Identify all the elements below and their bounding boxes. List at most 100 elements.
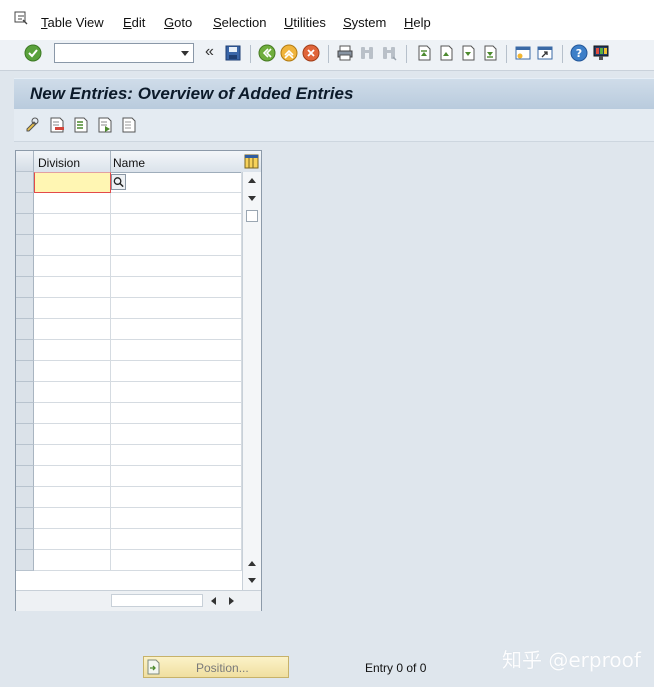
division-cell[interactable] — [34, 550, 111, 571]
division-cell[interactable] — [34, 277, 111, 298]
division-cell[interactable] — [34, 424, 111, 445]
horizontal-scroll-track[interactable] — [111, 594, 203, 607]
division-cell[interactable] — [34, 445, 111, 466]
previous-page-icon[interactable] — [436, 44, 454, 62]
division-cell[interactable] — [34, 235, 111, 256]
exit-icon[interactable] — [280, 44, 298, 62]
name-cell[interactable] — [111, 235, 242, 256]
new-session-icon[interactable] — [514, 44, 532, 62]
vertical-scrollbar[interactable] — [242, 172, 261, 590]
name-cell[interactable] — [111, 277, 242, 298]
row-selector[interactable] — [16, 466, 34, 487]
back-icon[interactable] — [258, 44, 276, 62]
division-cell[interactable] — [34, 361, 111, 382]
row-selector[interactable] — [16, 445, 34, 466]
position-button[interactable]: Position... — [143, 656, 289, 678]
division-cell[interactable] — [34, 256, 111, 277]
row-selector[interactable] — [16, 361, 34, 382]
name-cell[interactable] — [111, 550, 242, 571]
division-cell[interactable] — [34, 298, 111, 319]
name-cell[interactable] — [111, 424, 242, 445]
page-down-icon[interactable] — [247, 577, 257, 585]
row-selector[interactable] — [16, 256, 34, 277]
menu-system[interactable]: System — [343, 15, 386, 30]
table-settings-icon[interactable] — [244, 154, 259, 169]
menu-edit[interactable]: Edit — [123, 15, 145, 30]
row-selector[interactable] — [16, 172, 34, 193]
row-selector[interactable] — [16, 235, 34, 256]
row-selector[interactable] — [16, 487, 34, 508]
scroll-left-icon[interactable] — [209, 596, 217, 606]
column-header-name[interactable]: Name — [113, 156, 145, 170]
scroll-down-icon[interactable] — [247, 195, 257, 203]
cancel-icon[interactable] — [302, 44, 320, 62]
help-icon[interactable]: ? — [570, 44, 588, 62]
system-menu-icon[interactable] — [14, 11, 28, 25]
name-cell[interactable] — [111, 298, 242, 319]
division-cell[interactable] — [34, 508, 111, 529]
expand-toolbar-icon[interactable]: « — [205, 43, 214, 61]
name-cell[interactable] — [111, 214, 242, 235]
name-cell[interactable] — [111, 340, 242, 361]
name-cell[interactable] — [111, 508, 242, 529]
division-cell[interactable] — [34, 403, 111, 424]
chevron-down-icon[interactable] — [181, 51, 189, 56]
scroll-up-icon[interactable] — [247, 176, 257, 184]
shortcut-icon[interactable] — [536, 44, 554, 62]
select-block-icon[interactable] — [96, 116, 114, 134]
display-change-icon[interactable] — [24, 116, 42, 134]
name-cell[interactable] — [111, 256, 242, 277]
print-icon[interactable] — [336, 44, 354, 62]
value-help-icon[interactable] — [111, 174, 126, 190]
name-cell[interactable] — [111, 172, 242, 193]
enter-check-icon[interactable] — [24, 44, 42, 62]
customize-layout-icon[interactable] — [592, 44, 610, 62]
name-cell[interactable] — [111, 487, 242, 508]
save-icon[interactable] — [224, 44, 242, 62]
menu-help[interactable]: Help — [404, 15, 431, 30]
name-cell[interactable] — [111, 193, 242, 214]
row-selector[interactable] — [16, 340, 34, 361]
scroll-right-icon[interactable] — [228, 596, 236, 606]
division-cell[interactable] — [34, 172, 111, 193]
division-cell[interactable] — [34, 319, 111, 340]
select-all-icon[interactable] — [72, 116, 90, 134]
row-selector[interactable] — [16, 529, 34, 550]
first-page-icon[interactable] — [414, 44, 432, 62]
division-cell[interactable] — [34, 382, 111, 403]
column-header-division[interactable]: Division — [38, 156, 80, 170]
row-selector[interactable] — [16, 277, 34, 298]
name-cell[interactable] — [111, 529, 242, 550]
command-field[interactable] — [54, 43, 194, 63]
menu-utilities[interactable]: Utilities — [284, 15, 326, 30]
name-cell[interactable] — [111, 445, 242, 466]
row-selector[interactable] — [16, 550, 34, 571]
division-cell[interactable] — [34, 340, 111, 361]
menu-goto[interactable]: Goto — [164, 15, 192, 30]
command-input[interactable] — [55, 44, 181, 62]
row-selector[interactable] — [16, 508, 34, 529]
last-page-icon[interactable] — [480, 44, 498, 62]
name-cell[interactable] — [111, 361, 242, 382]
name-cell[interactable] — [111, 403, 242, 424]
menu-table-view[interactable]: Table View — [41, 15, 104, 30]
division-cell[interactable] — [34, 529, 111, 550]
row-selector[interactable] — [16, 382, 34, 403]
division-cell[interactable] — [34, 466, 111, 487]
row-selector[interactable] — [16, 298, 34, 319]
deselect-all-icon[interactable] — [120, 116, 138, 134]
row-selector[interactable] — [16, 424, 34, 445]
division-cell[interactable] — [34, 487, 111, 508]
page-up-icon[interactable] — [247, 559, 257, 567]
select-all-rows-button[interactable] — [16, 151, 34, 172]
menu-selection[interactable]: Selection — [213, 15, 266, 30]
name-cell[interactable] — [111, 466, 242, 487]
name-cell[interactable] — [111, 382, 242, 403]
row-selector[interactable] — [16, 214, 34, 235]
delete-entry-icon[interactable] — [48, 116, 66, 134]
horizontal-scrollbar[interactable] — [16, 590, 261, 611]
division-cell[interactable] — [34, 214, 111, 235]
row-selector[interactable] — [16, 319, 34, 340]
division-cell[interactable] — [34, 193, 111, 214]
scroll-thumb[interactable] — [246, 210, 258, 222]
